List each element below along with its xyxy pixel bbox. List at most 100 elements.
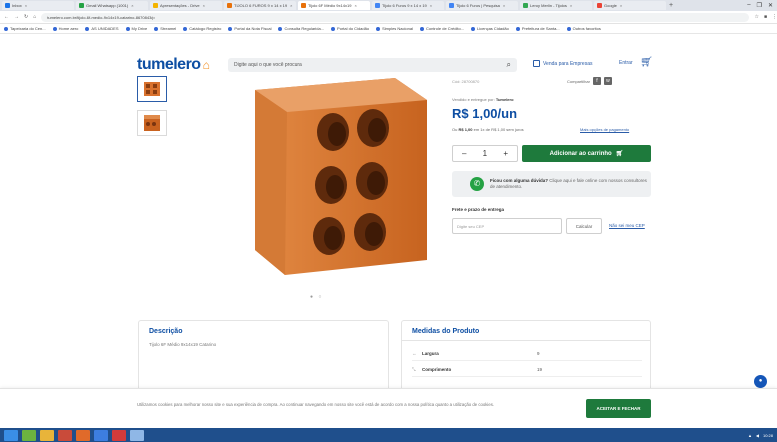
reload-icon[interactable]: ↻: [24, 14, 28, 20]
taskbar-app-icon[interactable]: [22, 429, 36, 441]
cep-input[interactable]: Digite seu CEP: [452, 218, 562, 234]
close-tab-icon[interactable]: ×: [620, 3, 622, 8]
close-tab-icon[interactable]: ×: [430, 3, 432, 8]
measure-value: 19: [537, 367, 543, 372]
bookmark-item[interactable]: Portal do Cidadão: [331, 26, 369, 31]
installment-info: Ou R$ 1,00 em 1x de R$ 1,00 sem juros: [452, 127, 524, 132]
facebook-icon[interactable]: f: [592, 77, 601, 85]
os-taskbar: ▲ ◀ 10:28: [0, 428, 777, 442]
folder-icon[interactable]: [40, 429, 54, 441]
taskbar-app-icon[interactable]: [58, 429, 72, 441]
calculate-shipping-button[interactable]: Calcular: [566, 218, 602, 234]
seller-prefix: Vendido e entregue por:: [452, 97, 495, 102]
bookmark-item[interactable]: Consulta Regularida...: [278, 26, 324, 31]
tab-label: Apresentações - Drive: [160, 3, 200, 8]
browser-tab[interactable]: Tijolo 6 Furos 9 x 14 x 19 ×: [372, 1, 444, 10]
star-icon[interactable]: ☆: [754, 14, 758, 20]
extensions-icon[interactable]: ■: [764, 14, 767, 20]
bookmark-item[interactable]: Streamel: [154, 26, 176, 31]
bookmark-item[interactable]: Tapeixaria do Cen...: [4, 26, 46, 31]
shipping-label: Frete e prazo de entrega: [452, 207, 505, 212]
close-tab-icon[interactable]: ×: [131, 3, 133, 8]
address-bar[interactable]: tumelero.com.br/tijolo-6f-medio-9x14x19-…: [41, 12, 750, 22]
bookmark-item[interactable]: Prefeitura de Santa...: [515, 26, 560, 31]
tab-favicon-icon: [597, 3, 602, 8]
bookmark-item[interactable]: Home aero: [52, 26, 78, 31]
cart-icon[interactable]: 🛒︎: [640, 57, 653, 68]
taskbar-app-icon[interactable]: [76, 429, 90, 441]
close-tab-icon[interactable]: ×: [203, 3, 205, 8]
close-tab-icon[interactable]: ×: [25, 3, 27, 8]
bookmark-label: Portal do Cidadão: [337, 26, 370, 31]
seller-info: Vendido e entregue por: Tumelero: [452, 97, 514, 102]
quantity-value[interactable]: 1: [483, 149, 487, 158]
bookmark-item[interactable]: Catálogo Registro: [183, 26, 221, 31]
start-menu-icon[interactable]: [4, 429, 18, 441]
browser-tab[interactable]: TIJOLO 6 FUROS 9 x 14 x 19 ×: [224, 1, 296, 10]
bookmark-item[interactable]: Outros favoritos: [566, 26, 601, 31]
browser-tab[interactable]: Tijolo 6F Médio 9x14x19 ×: [298, 1, 370, 10]
browser-tab[interactable]: Inbox ×: [2, 1, 74, 10]
chrome-icon[interactable]: [94, 429, 108, 441]
gallery-dots[interactable]: ● ○: [310, 294, 323, 300]
tab-favicon-icon: [449, 3, 454, 8]
bookmark-item[interactable]: Portal da Nota Fiscal: [228, 26, 271, 31]
installment-suffix: em 1x de R$ 1,00 sem juros: [473, 127, 524, 132]
chat-icon[interactable]: ●: [754, 375, 767, 388]
bookmark-item[interactable]: Licenças Cidadão: [471, 26, 509, 31]
forward-icon[interactable]: →: [14, 14, 19, 20]
bookmark-item[interactable]: Simples Nacional: [376, 26, 413, 31]
bookmark-label: Controle de Crédito...: [425, 26, 465, 31]
window-controls: – ❐ ✕: [747, 2, 777, 9]
browser-tab[interactable]: Leroy Merlin - Tijolos ×: [520, 1, 592, 10]
browser-tab[interactable]: Apresentações - Drive ×: [150, 1, 222, 10]
browser-tab[interactable]: Google ×: [594, 1, 666, 10]
bookmark-item[interactable]: Controle de Crédito...: [419, 26, 465, 31]
volume-icon[interactable]: ◀: [756, 433, 759, 438]
taskbar-app-icon[interactable]: [112, 429, 126, 441]
clock[interactable]: 10:28: [763, 433, 773, 438]
whatsapp-share-icon[interactable]: w: [603, 77, 612, 85]
product-code: Cód: 28700870: [452, 79, 480, 84]
close-window-icon[interactable]: ✕: [768, 2, 773, 9]
network-icon[interactable]: ▲: [748, 433, 752, 438]
taskbar-app-icon[interactable]: [130, 429, 144, 441]
home-icon[interactable]: ⌂: [33, 14, 36, 20]
menu-icon[interactable]: ⋮: [772, 14, 777, 20]
gallery-thumbnail[interactable]: [137, 76, 167, 102]
browser-tab[interactable]: Gmail Whatsapp (1001) ×: [76, 1, 148, 10]
browser-tab[interactable]: Tijolo 6 Furos | Pesquisa ×: [446, 1, 518, 10]
description-text: Tijolo 6F Médio 9x14x19 Catarino: [149, 342, 217, 347]
tab-label: Inbox: [12, 3, 22, 8]
new-tab-button[interactable]: +: [669, 2, 673, 9]
gallery-thumbnail[interactable]: [137, 110, 167, 136]
increase-quantity-button[interactable]: +: [503, 149, 508, 158]
payment-options-link[interactable]: Mais opções de pagamento: [580, 127, 629, 132]
add-to-cart-button[interactable]: Adicionar ao carrinho 🛒︎: [522, 145, 651, 162]
back-icon[interactable]: ←: [4, 14, 9, 20]
decrease-quantity-button[interactable]: –: [462, 149, 466, 158]
bookmark-label: Licenças Cidadão: [477, 26, 509, 31]
add-to-cart-label: Adicionar ao carrinho: [549, 150, 612, 157]
close-tab-icon[interactable]: ×: [354, 3, 356, 8]
close-tab-icon[interactable]: ×: [503, 3, 505, 8]
minimize-icon[interactable]: –: [747, 2, 750, 9]
maximize-icon[interactable]: ❐: [757, 2, 762, 9]
share-label[interactable]: Compartilhar: [567, 79, 590, 84]
sell-to-companies-link[interactable]: Venda para Empresas: [533, 60, 592, 67]
product-image[interactable]: [205, 70, 435, 285]
bookmark-favicon-icon: [125, 26, 130, 31]
close-tab-icon[interactable]: ×: [570, 3, 572, 8]
search-icon[interactable]: ⌕: [507, 60, 511, 70]
bookmark-item[interactable]: AS UNIDADES: [85, 26, 119, 31]
dont-know-cep-link[interactable]: Não sei meu CEP: [609, 223, 645, 228]
help-banner[interactable]: ✆ Ficou com alguma dúvida? Clique aqui e…: [452, 171, 651, 197]
bookmarks-bar: Tapeixaria do Cen... Home aero AS UNIDADES…: [0, 24, 777, 34]
login-link[interactable]: Entrar: [619, 60, 633, 66]
tumelero-logo[interactable]: tumelero ⌂: [137, 56, 210, 74]
bookmark-item[interactable]: My Drive: [125, 26, 147, 31]
close-tab-icon[interactable]: ×: [290, 3, 292, 8]
measures-title: Medidas do Produto: [412, 328, 480, 335]
tab-favicon-icon: [227, 3, 232, 8]
accept-cookies-button[interactable]: ACEITAR E FECHAR: [586, 399, 651, 418]
